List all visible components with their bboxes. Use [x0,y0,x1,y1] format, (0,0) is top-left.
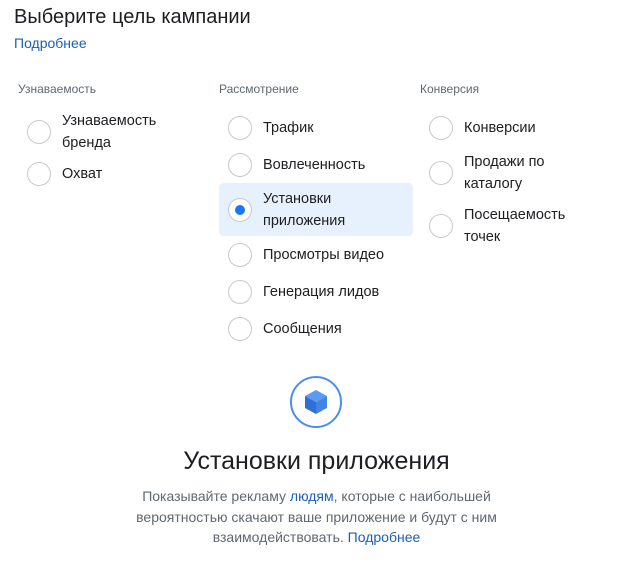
radio-button[interactable] [429,115,453,140]
radio-button[interactable] [228,279,252,304]
objective-option-store-traffic[interactable]: Посещаемость точек [420,199,614,252]
radio-button[interactable] [228,115,252,140]
radio-button[interactable] [429,213,453,238]
objective-column-awareness: Узнаваемость Узнаваемость бренда Охват [18,81,212,192]
radio-button-checked[interactable] [228,197,252,222]
page-title: Выберите цель кампании [14,6,251,28]
objective-column-consideration: Рассмотрение Трафик Вовлеченность Устано… [219,81,413,347]
objective-option-engagement[interactable]: Вовлеченность [219,146,413,183]
learn-more-link[interactable]: Подробнее [14,35,87,51]
objective-option-messages[interactable]: Сообщения [219,310,413,347]
option-label: Вовлеченность [263,156,366,173]
option-label: Узнаваемость бренда [62,113,157,151]
option-label: Генерация лидов [263,283,380,300]
cube-icon [305,390,327,414]
radio-button[interactable] [228,316,252,341]
radio-button[interactable] [27,120,51,144]
option-label: Конверсии [464,119,536,136]
objective-option-app-installs[interactable]: Установки приложения [219,183,413,236]
option-label: Трафик [263,119,314,136]
column-heading: Рассмотрение [219,82,299,96]
app-installs-icon-badge [290,376,342,428]
option-label: Посещаемость точек [464,206,566,245]
objective-option-reach[interactable]: Охват [18,155,212,192]
option-label: Охват [62,165,103,182]
option-label: Установки приложения [263,190,346,229]
objective-option-catalog-sales[interactable]: Продажи по каталогу [420,146,614,199]
people-link[interactable]: людям [290,488,334,504]
column-heading: Конверсия [420,82,480,96]
radio-button[interactable] [228,152,252,177]
objective-option-conversions[interactable]: Конверсии [420,109,614,146]
detail-learn-more-link[interactable]: Подробнее [348,529,421,545]
objective-detail-title: Установки приложения [183,447,450,475]
objective-option-traffic[interactable]: Трафик [219,109,413,146]
column-heading: Узнаваемость [18,82,97,96]
objective-option-video-views[interactable]: Просмотры видео [219,236,413,273]
objective-option-brand-awareness[interactable]: Узнаваемость бренда [18,109,212,155]
radio-button[interactable] [27,161,51,186]
radio-button[interactable] [429,160,453,185]
option-label: Просмотры видео [263,246,385,263]
option-label: Продажи по каталогу [464,153,545,192]
option-label: Сообщения [263,320,342,337]
objective-column-conversion: Конверсия Конверсии Продажи по каталогу … [420,81,614,252]
radio-button[interactable] [228,242,252,267]
objective-option-lead-generation[interactable]: Генерация лидов [219,273,413,310]
description-text: Показывайте рекламу [142,488,290,504]
objective-detail-description: Показывайте рекламу людям, которые с наи… [110,486,523,548]
